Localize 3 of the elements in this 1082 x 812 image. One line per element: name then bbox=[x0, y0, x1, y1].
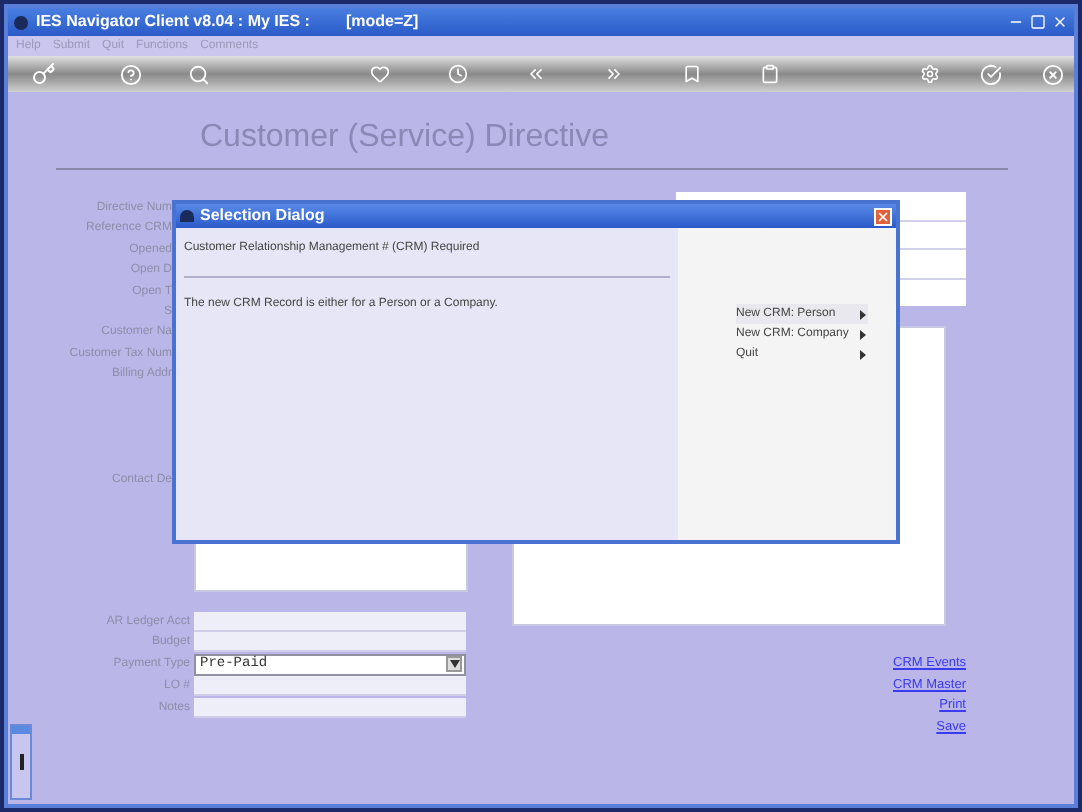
window-mode: [mode=Z] bbox=[345, 14, 419, 30]
dialog-title: Selection Dialog bbox=[200, 208, 325, 224]
window-title: IES Navigator Client v8.04 : My IES : bbox=[36, 14, 310, 30]
